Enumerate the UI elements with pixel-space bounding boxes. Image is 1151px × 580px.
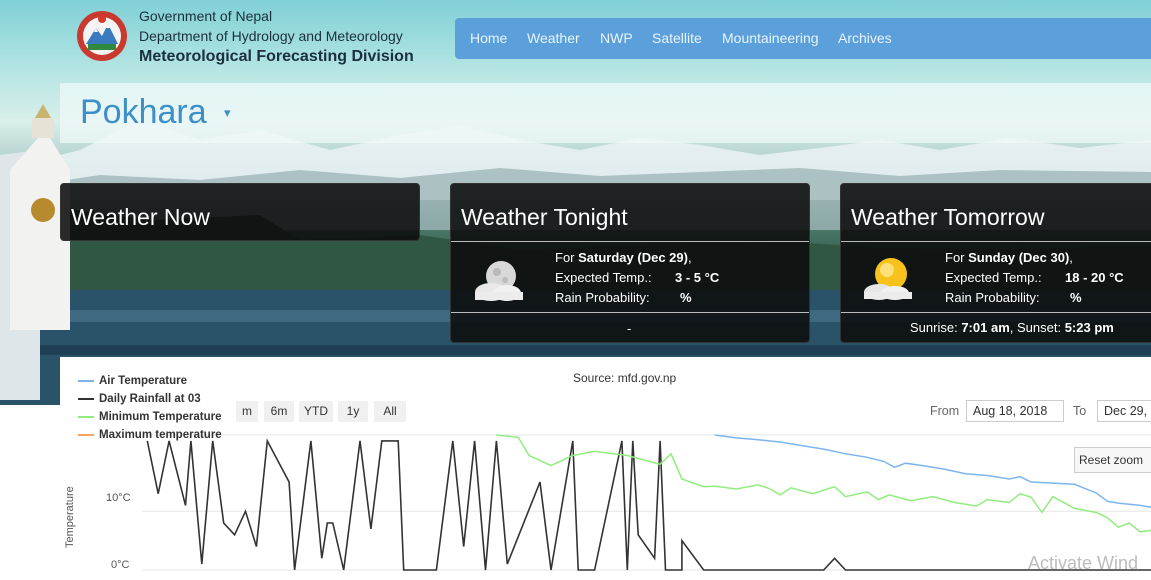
legend-swatch [78,379,94,382]
from-date-input[interactable] [966,400,1064,422]
range-button-ytd[interactable]: YTD [299,401,333,422]
range-button-all[interactable]: All [374,401,406,422]
reset-zoom-button[interactable]: Reset zoom [1074,447,1151,473]
weather-tomorrow-title: Weather Tomorrow [851,204,1045,230]
chart-panel [60,357,1151,580]
tomorrow-rain-label: Rain Probability: [945,290,1040,305]
card-divider [841,312,1151,313]
main-navbar: Home Weather NWP Satellite Mountaineerin… [455,18,1151,59]
government-label: Government of Nepal [139,8,273,24]
sun-cloud-icon [864,258,912,300]
weather-tonight-card: Weather Tonight For Saturday (Dec 29), E… [450,183,810,343]
legend-air-temperature[interactable]: Air Temperature [78,375,187,387]
range-button-1m[interactable]: m [236,401,258,422]
tomorrow-for-label: For [945,250,965,265]
tomorrow-temp-label: Expected Temp.: [945,270,1042,285]
nav-mountaineering[interactable]: Mountaineering [722,30,819,46]
nav-nwp[interactable]: NWP [600,30,633,46]
tonight-day: Saturday (Dec 29) [578,250,688,265]
y-tick-0: 0°C [111,559,130,571]
range-button-1y[interactable]: 1y [338,401,368,422]
to-label: To [1073,404,1087,418]
card-divider [841,241,1151,242]
card-divider [451,241,809,242]
tomorrow-temp-value: 18 - 20 °C [1065,270,1124,285]
to-date-input[interactable] [1097,400,1151,422]
nav-archives[interactable]: Archives [838,30,892,46]
city-name[interactable]: Pokhara [80,93,207,132]
legend-daily-rainfall[interactable]: Daily Rainfall at 03 [78,393,201,405]
weather-now-title: Weather Now [71,204,210,230]
y-tick-10: 10°C [106,492,131,504]
moon-cloud-icon [475,261,523,301]
nepal-emblem-logo [76,10,128,62]
sunset-time: 5:23 pm [1064,320,1114,335]
y-axis-title: Temperature [64,486,76,548]
tonight-rain-label: Rain Probability: [555,290,650,305]
legend-maximum-temperature[interactable]: Maximum temperature [78,429,222,441]
nav-home[interactable]: Home [470,30,507,46]
legend-swatch [78,397,94,400]
legend-minimum-temperature[interactable]: Minimum Temperature [78,411,221,423]
tonight-for-label: For [555,250,575,265]
weather-now-card: Weather Now [60,183,420,241]
sunset-label: Sunset: [1016,320,1062,335]
nav-weather[interactable]: Weather [527,30,580,46]
legend-swatch [78,433,94,436]
division-title: Meteorological Forecasting Division [139,48,414,65]
chart-source: Source: mfd.gov.np [573,371,677,385]
legend-swatch [78,415,94,418]
tonight-temp-value: 3 - 5 °C [675,270,720,285]
sunrise-time: 7:01 am [961,320,1010,335]
tonight-rain-value: % [680,290,692,305]
tomorrow-day: Sunday (Dec 30) [968,250,1070,265]
sun-times: Sunrise: 7:01 am, Sunset: 5:23 pm [910,320,1114,335]
city-dropdown-caret-icon[interactable]: ▾ [224,105,231,121]
weather-tomorrow-card: Weather Tomorrow For Sunday (Dec 30), Ex… [840,183,1151,343]
tonight-footer: - [627,321,632,336]
department-label: Department of Hydrology and Meteorology [139,28,403,44]
nav-satellite[interactable]: Satellite [652,30,702,46]
from-label: From [930,404,960,418]
card-divider [451,312,809,313]
activate-windows-watermark: Activate Wind [1028,553,1139,573]
weather-tonight-title: Weather Tonight [461,204,628,230]
tomorrow-rain-value: % [1070,290,1082,305]
sunrise-label: Sunrise: [910,320,958,335]
range-button-6m[interactable]: 6m [264,401,294,422]
tonight-temp-label: Expected Temp.: [555,270,652,285]
